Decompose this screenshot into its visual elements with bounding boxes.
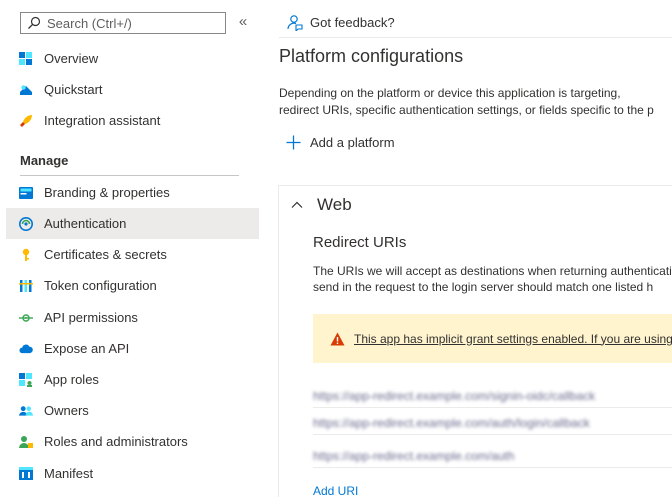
redirect-uri-value: https://app-redirect.example.com/auth/lo… — [313, 415, 590, 430]
redirect-uris-description: The URIs we will accept as destinations … — [313, 263, 672, 295]
sidebar-item-label: API permissions — [44, 310, 138, 325]
sidebar-item-app-roles[interactable]: App roles — [6, 364, 259, 395]
search-box[interactable] — [20, 12, 226, 34]
warning-icon — [330, 332, 345, 345]
sidebar-item-overview[interactable]: Overview — [6, 43, 259, 74]
sidebar-item-label: Expose an API — [44, 341, 130, 356]
description-line: redirect URIs, specific authentication s… — [279, 103, 654, 117]
token-icon — [19, 279, 33, 293]
app-roles-icon — [19, 372, 33, 387]
roles-admin-icon — [19, 435, 33, 449]
implicit-grant-warning: This app has implicit grant settings ena… — [313, 314, 672, 363]
sidebar-item-certificates[interactable]: Certificates & secrets — [6, 239, 259, 270]
sidebar: « Overview Quickstart Integration assist… — [0, 0, 259, 497]
section-divider — [20, 175, 239, 176]
feedback-icon — [287, 15, 303, 31]
sidebar-item-api-permissions[interactable]: API permissions — [6, 302, 259, 333]
sidebar-item-label: Quickstart — [44, 82, 103, 97]
sidebar-item-label: Roles and administrators — [44, 434, 188, 449]
web-section-title: Web — [317, 195, 352, 214]
sidebar-item-authentication[interactable]: Authentication — [6, 208, 259, 239]
add-uri-link[interactable]: Add URI — [313, 484, 358, 497]
main-content: Got feedback? Platform configurations De… — [259, 0, 672, 497]
page-title: Platform configurations — [279, 46, 464, 66]
api-permissions-icon — [19, 311, 33, 325]
toolbar-divider — [279, 37, 672, 38]
add-platform-button[interactable]: Add a platform — [286, 135, 395, 150]
search-icon — [28, 16, 41, 29]
redirect-uri-value: https://app-redirect.example.com/auth — [313, 448, 515, 463]
plus-icon — [286, 135, 301, 150]
cloud-icon — [19, 342, 33, 356]
sidebar-item-label: Token configuration — [44, 278, 157, 293]
manifest-icon — [19, 467, 33, 481]
web-platform-card: Web Redirect URIs The URIs we will accep… — [278, 185, 672, 497]
redirect-uri-row[interactable]: https://app-redirect.example.com/auth/lo… — [313, 411, 672, 435]
sidebar-item-label: App roles — [44, 372, 99, 387]
rocket-icon — [19, 114, 33, 128]
sidebar-item-label: Overview — [44, 51, 99, 66]
description-line: Depending on the platform or device this… — [279, 86, 621, 100]
sidebar-item-label: Owners — [44, 403, 89, 418]
branding-icon — [19, 186, 33, 200]
sidebar-item-quickstart[interactable]: Quickstart — [6, 74, 259, 105]
redirect-uri-row[interactable]: https://app-redirect.example.com/auth — [313, 444, 672, 468]
redirect-uri-value: https://app-redirect.example.com/signin-… — [313, 388, 596, 403]
feedback-label: Got feedback? — [310, 15, 395, 30]
feedback-button[interactable]: Got feedback? — [286, 14, 395, 31]
page-description: Depending on the platform or device this… — [279, 85, 672, 119]
sidebar-item-token-configuration[interactable]: Token configuration — [6, 270, 259, 301]
sidebar-item-owners[interactable]: Owners — [6, 395, 259, 426]
redirect-uri-row[interactable]: https://app-redirect.example.com/signin-… — [313, 384, 672, 408]
sidebar-item-roles-admins[interactable]: Roles and administrators — [6, 426, 259, 457]
key-icon — [19, 248, 33, 262]
chevron-up-icon — [291, 201, 303, 208]
sidebar-item-label: Certificates & secrets — [44, 247, 167, 262]
web-section-toggle[interactable]: Web — [291, 195, 352, 215]
overview-icon — [19, 51, 33, 66]
section-heading-manage: Manage — [20, 153, 69, 168]
sidebar-item-manifest[interactable]: Manifest — [6, 458, 259, 489]
sidebar-item-branding[interactable]: Branding & properties — [6, 177, 259, 208]
collapse-sidebar-button[interactable]: « — [236, 13, 250, 33]
add-platform-label: Add a platform — [310, 135, 395, 150]
sidebar-item-label: Branding & properties — [44, 185, 170, 200]
owners-icon — [19, 404, 33, 418]
sidebar-item-label: Manifest — [44, 466, 94, 481]
sidebar-item-label: Integration assistant — [44, 113, 161, 128]
description-line: send in the request to the login server … — [313, 280, 654, 294]
description-line: The URIs we will accept as destinations … — [313, 264, 672, 278]
sidebar-item-label: Authentication — [44, 216, 127, 231]
warning-link[interactable]: This app has implicit grant settings ena… — [354, 332, 672, 346]
sidebar-item-expose-api[interactable]: Expose an API — [6, 333, 259, 364]
authentication-icon — [19, 216, 33, 231]
redirect-uris-heading: Redirect URIs — [313, 234, 407, 251]
quickstart-icon — [19, 83, 33, 97]
sidebar-item-integration-assistant[interactable]: Integration assistant — [6, 105, 259, 136]
search-input[interactable] — [47, 15, 217, 31]
